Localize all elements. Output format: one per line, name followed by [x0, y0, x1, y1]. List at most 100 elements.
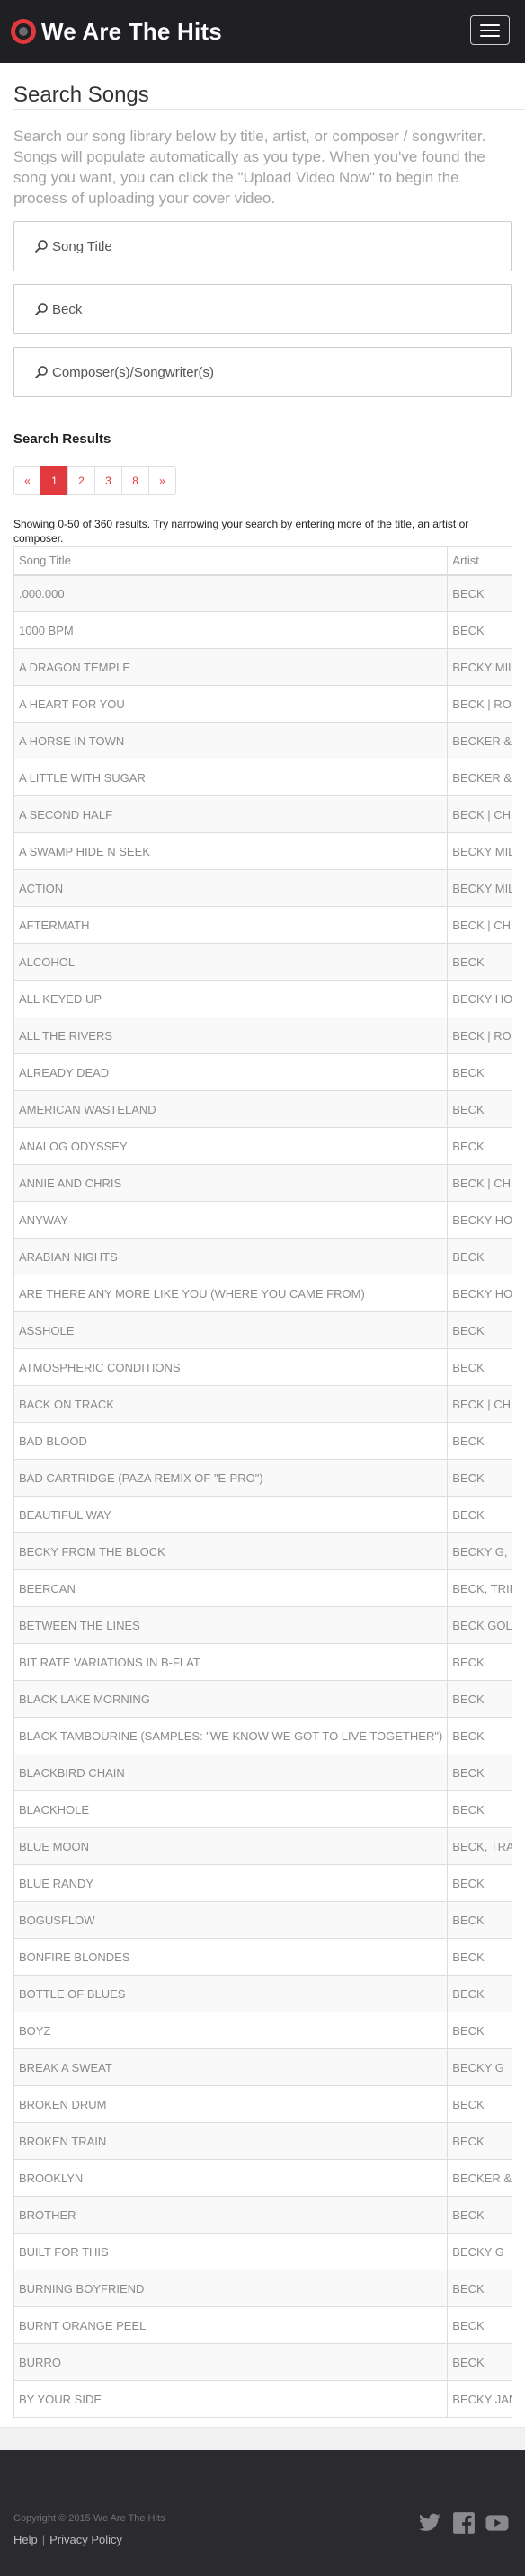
- youtube-icon[interactable]: [485, 2511, 509, 2535]
- privacy-policy-link[interactable]: Privacy Policy: [49, 2533, 122, 2546]
- pagination-page-2[interactable]: 2: [67, 466, 95, 495]
- table-row[interactable]: BOTTLE OF BLUES BECK: [14, 1975, 512, 2012]
- table-row[interactable]: ACTIONBECKY MILL: [14, 869, 512, 907]
- artist-cell: BECK: [447, 2306, 512, 2344]
- table-row[interactable]: A SECOND HALFBECK | CHR: [14, 795, 512, 833]
- artist-input[interactable]: [52, 296, 502, 323]
- song-title-cell: BROKEN TRAIN: [14, 2122, 448, 2160]
- song-title-cell: A SECOND HALF: [14, 795, 448, 833]
- table-row[interactable]: AMERICAN WASTELAND BECK: [14, 1090, 512, 1128]
- pagination-page-3[interactable]: 3: [94, 466, 122, 495]
- table-row[interactable]: BROKEN TRAIN BECK: [14, 2122, 512, 2160]
- artist-cell: BECK | ROE: [447, 685, 512, 723]
- results-table: Song Title Artist .000.000 BECK 1000 BPM BE…: [14, 546, 512, 2418]
- song-title-cell: BURNING BOYFRIEND: [14, 2270, 448, 2307]
- song-title-input[interactable]: [52, 233, 502, 260]
- table-row[interactable]: .000.000 BECK: [14, 574, 512, 612]
- table-row[interactable]: AFTERMATHBECK | CHR: [14, 906, 512, 944]
- results-table-body: .000.000 BECK 1000 BPM BECK A DRAGON TEMPLE B…: [14, 574, 512, 2418]
- artist-cell: BECK: [447, 1938, 512, 1976]
- table-row[interactable]: BOYZ BECK: [14, 2012, 512, 2049]
- table-row[interactable]: ARABIAN NIGHTS BECK: [14, 1238, 512, 1275]
- table-row[interactable]: A SWAMP HIDE N SEEKBECKY MILL: [14, 832, 512, 870]
- artist-search-field[interactable]: [13, 284, 512, 334]
- table-row[interactable]: BURNING BOYFRIEND BECK: [14, 2270, 512, 2307]
- artist-cell: BECK: [447, 1901, 512, 1939]
- song-title-search-field[interactable]: [13, 221, 512, 271]
- artist-cell: BECK: [447, 1053, 512, 1091]
- artist-cell: BECKER & F: [447, 722, 512, 759]
- table-row[interactable]: BACK ON TRACKBECK | CHR: [14, 1385, 512, 1423]
- song-title-cell: BLACKHOLE: [14, 1790, 448, 1828]
- table-row[interactable]: BURRO BECK: [14, 2343, 512, 2381]
- table-row[interactable]: ANALOG ODYSSEY BECK: [14, 1127, 512, 1165]
- song-title-cell: BREAK A SWEAT: [14, 2048, 448, 2086]
- composer-input[interactable]: [52, 359, 502, 386]
- artist-cell: BECK: [447, 1864, 512, 1902]
- table-row[interactable]: BOGUSFLOW BECK: [14, 1901, 512, 1939]
- table-row[interactable]: BAD BLOOD BECK: [14, 1422, 512, 1460]
- table-row[interactable]: BLUE MOONBECK, TRAC: [14, 1827, 512, 1865]
- table-row[interactable]: BLACK LAKE MORNING BECK: [14, 1680, 512, 1718]
- table-row[interactable]: BONFIRE BLONDES BECK: [14, 1938, 512, 1976]
- song-title-cell: ARE THERE ANY MORE LIKE YOU (WHERE YOU C…: [14, 1275, 448, 1312]
- song-title-cell: BLUE MOON: [14, 1827, 448, 1865]
- twitter-icon[interactable]: [418, 2511, 441, 2535]
- table-row[interactable]: ARE THERE ANY MORE LIKE YOU (WHERE YOU C…: [14, 1275, 512, 1312]
- table-row[interactable]: BURNT ORANGE PEEL BECK: [14, 2306, 512, 2344]
- table-row[interactable]: BLACK TAMBOURINE (SAMPLES: "WE KNOW WE G…: [14, 1717, 512, 1754]
- table-row[interactable]: 1000 BPM BECK: [14, 611, 512, 649]
- pagination-next[interactable]: »: [148, 466, 176, 495]
- table-row[interactable]: BLACKHOLE BECK: [14, 1790, 512, 1828]
- table-row[interactable]: BETWEEN THE LINESBECK GOLD: [14, 1606, 512, 1644]
- table-row[interactable]: BREAK A SWEAT BECKY G: [14, 2048, 512, 2086]
- table-row[interactable]: BROOKLYNBECKER & F: [14, 2159, 512, 2197]
- table-row[interactable]: ANNIE AND CHRISBECK | CHR: [14, 1164, 512, 1202]
- brand-name[interactable]: We Are The Hits: [41, 16, 222, 47]
- pagination-prev[interactable]: «: [13, 466, 41, 495]
- table-row[interactable]: BLACKBIRD CHAIN BECK: [14, 1754, 512, 1791]
- table-row[interactable]: BROTHER BECK: [14, 2196, 512, 2234]
- help-link[interactable]: Help: [13, 2533, 38, 2546]
- table-row[interactable]: A HEART FOR YOUBECK | ROE: [14, 685, 512, 723]
- artist-cell: BECK: [447, 1459, 512, 1497]
- table-row[interactable]: ALL KEYED UPBECKY HOB: [14, 980, 512, 1017]
- table-row[interactable]: BEERCANBECK, TRIBU: [14, 1569, 512, 1607]
- song-title-cell: ALCOHOL: [14, 943, 448, 981]
- table-row[interactable]: ANYWAYBECKY HOB: [14, 1201, 512, 1239]
- pagination-page-8[interactable]: 8: [121, 466, 149, 495]
- table-row[interactable]: BUILT FOR THIS BECKY G: [14, 2233, 512, 2270]
- table-header-row: Song Title Artist: [14, 546, 512, 576]
- copyright-text: Copyright © 2015 We Are The Hits: [13, 2513, 165, 2524]
- table-row[interactable]: BECKY FROM THE BLOCKBECKY G, D: [14, 1532, 512, 1570]
- song-title-cell: ALL KEYED UP: [14, 980, 448, 1017]
- table-row[interactable]: BY YOUR SIDEBECKY JANE: [14, 2380, 512, 2418]
- song-title-cell: ARABIAN NIGHTS: [14, 1238, 448, 1275]
- table-row[interactable]: BEAUTIFUL WAY BECK: [14, 1496, 512, 1533]
- song-title-cell: BLACK LAKE MORNING: [14, 1680, 448, 1718]
- table-row[interactable]: ALL THE RIVERSBECK | ROE: [14, 1017, 512, 1054]
- table-row[interactable]: A DRAGON TEMPLEBECKY MILL: [14, 648, 512, 686]
- table-row[interactable]: ALCOHOL BECK: [14, 943, 512, 981]
- table-row[interactable]: BIT RATE VARIATIONS IN B-FLAT BECK: [14, 1643, 512, 1681]
- table-row[interactable]: A LITTLE WITH SUGARBECKER & F: [14, 759, 512, 796]
- artist-cell: BECK: [447, 1717, 512, 1754]
- table-row[interactable]: BLUE RANDY BECK: [14, 1864, 512, 1902]
- table-row[interactable]: ASSHOLE BECK: [14, 1311, 512, 1349]
- pagination: « 1 2 3 8 »: [13, 466, 176, 495]
- hamburger-menu-button[interactable]: [470, 15, 510, 45]
- table-row[interactable]: A HORSE IN TOWNBECKER & F: [14, 722, 512, 759]
- artist-cell: BECK: [447, 1643, 512, 1681]
- record-logo-icon[interactable]: [11, 19, 36, 44]
- artist-cell: BECK | CHR: [447, 1164, 512, 1202]
- table-row[interactable]: ALREADY DEAD BECK: [14, 1053, 512, 1091]
- table-row[interactable]: BROKEN DRUM BECK: [14, 2085, 512, 2123]
- artist-cell: BECK: [447, 1090, 512, 1128]
- table-row[interactable]: ATMOSPHERIC CONDITIONS BECK: [14, 1348, 512, 1386]
- table-row[interactable]: BAD CARTRIDGE (PAZA REMIX OF "E-PRO") BEC…: [14, 1459, 512, 1497]
- song-title-cell: BLACKBIRD CHAIN: [14, 1754, 448, 1791]
- pagination-page-1[interactable]: 1: [40, 466, 68, 495]
- composer-search-field[interactable]: [13, 347, 512, 397]
- facebook-icon[interactable]: [452, 2511, 476, 2535]
- artist-cell: BECKY MILL: [447, 648, 512, 686]
